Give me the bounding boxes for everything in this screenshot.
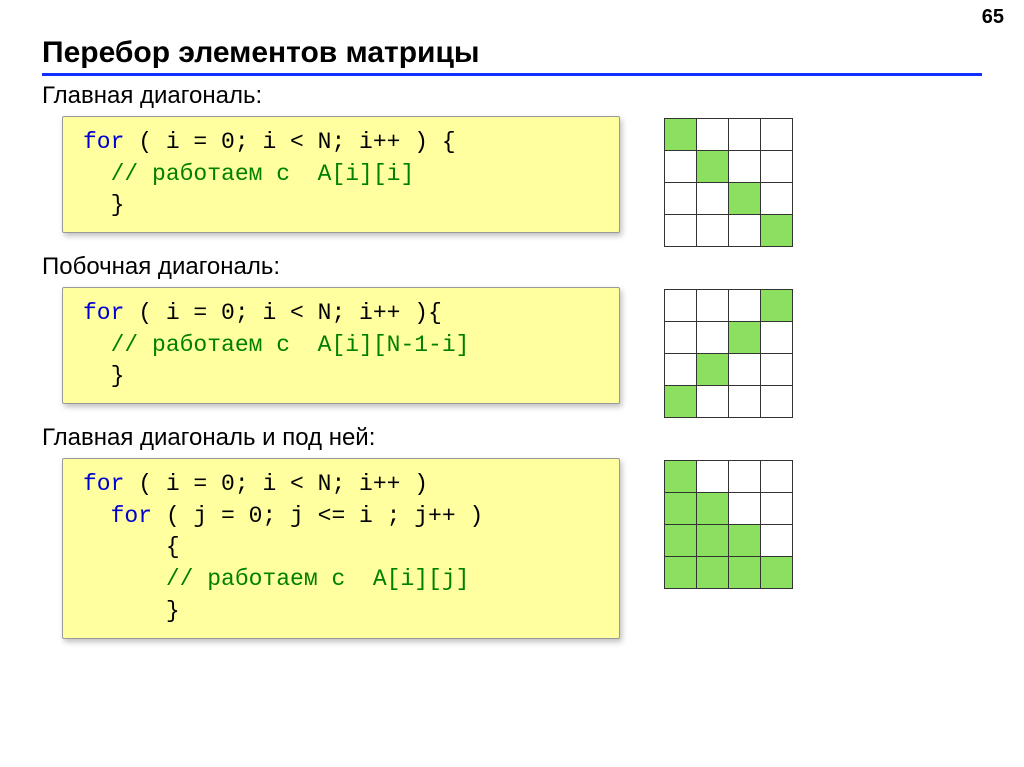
matrix-cell [761, 290, 793, 322]
section-label-lower-triangle: Главная диагональ и под ней: [42, 424, 1024, 452]
matrix-cell [761, 151, 793, 183]
code-comment: // работаем с A[i][j] [83, 564, 601, 596]
section-label-anti-diagonal: Побочная диагональ: [42, 253, 1024, 281]
matrix-cell [729, 557, 761, 589]
page-title: Перебор элементов матрицы [42, 36, 982, 76]
matrix-cell [697, 151, 729, 183]
matrix-cell [761, 493, 793, 525]
code-text: ( i = 0; i < N; i++ ){ [124, 300, 441, 326]
section-label-main-diagonal: Главная диагональ: [42, 82, 1024, 110]
matrix-cell [761, 557, 793, 589]
matrix-cell [729, 119, 761, 151]
code-box-lower-triangle: for ( i = 0; i < N; i++ ) for ( j = 0; j… [62, 458, 620, 639]
matrix-cell [729, 322, 761, 354]
matrix-anti-diagonal [664, 289, 793, 418]
matrix-cell [665, 183, 697, 215]
matrix-cell [761, 525, 793, 557]
matrix-cell [729, 461, 761, 493]
matrix-cell [665, 354, 697, 386]
matrix-cell [665, 215, 697, 247]
matrix-cell [729, 525, 761, 557]
matrix-cell [665, 322, 697, 354]
code-kw: for [83, 129, 124, 155]
matrix-cell [761, 119, 793, 151]
code-text: } [83, 190, 601, 222]
matrix-cell [761, 461, 793, 493]
matrix-cell [697, 215, 729, 247]
matrix-cell [697, 354, 729, 386]
matrix-cell [665, 461, 697, 493]
matrix-cell [697, 183, 729, 215]
matrix-cell [665, 290, 697, 322]
code-text: ( i = 0; i < N; i++ ) [124, 471, 428, 497]
matrix-cell [697, 525, 729, 557]
matrix-cell [665, 525, 697, 557]
matrix-cell [729, 493, 761, 525]
matrix-cell [665, 119, 697, 151]
matrix-cell [665, 151, 697, 183]
matrix-lower-triangle [664, 460, 793, 589]
matrix-cell [697, 557, 729, 589]
matrix-cell [729, 290, 761, 322]
code-kw: for [83, 471, 124, 497]
code-comment: // работаем с A[i][i] [83, 159, 601, 191]
code-kw: for [83, 300, 124, 326]
code-text: ( j = 0; j <= i ; j++ ) [152, 503, 483, 529]
matrix-cell [729, 183, 761, 215]
matrix-cell [697, 461, 729, 493]
matrix-cell [729, 386, 761, 418]
code-text: } [83, 361, 601, 393]
row-main-diagonal: for ( i = 0; i < N; i++ ) { // работаем … [0, 116, 1024, 247]
code-comment: // работаем с A[i][N-1-i] [83, 330, 601, 362]
code-text: } [83, 596, 601, 628]
page-number: 65 [982, 6, 1004, 29]
code-box-main-diagonal: for ( i = 0; i < N; i++ ) { // работаем … [62, 116, 620, 233]
matrix-cell [665, 493, 697, 525]
matrix-cell [697, 119, 729, 151]
matrix-cell [697, 386, 729, 418]
code-text: ( i = 0; i < N; i++ ) { [124, 129, 455, 155]
matrix-cell [697, 290, 729, 322]
matrix-cell [665, 557, 697, 589]
matrix-cell [697, 322, 729, 354]
matrix-cell [761, 183, 793, 215]
matrix-cell [729, 215, 761, 247]
matrix-cell [761, 215, 793, 247]
matrix-cell [761, 386, 793, 418]
matrix-cell [729, 354, 761, 386]
row-anti-diagonal: for ( i = 0; i < N; i++ ){ // работаем с… [0, 287, 1024, 418]
matrix-main-diagonal [664, 118, 793, 247]
matrix-cell [729, 151, 761, 183]
code-text: { [83, 532, 601, 564]
code-box-anti-diagonal: for ( i = 0; i < N; i++ ){ // работаем с… [62, 287, 620, 404]
matrix-cell [761, 354, 793, 386]
matrix-cell [697, 493, 729, 525]
matrix-cell [665, 386, 697, 418]
matrix-cell [761, 322, 793, 354]
row-lower-triangle: for ( i = 0; i < N; i++ ) for ( j = 0; j… [0, 458, 1024, 639]
code-kw: for [83, 503, 152, 529]
